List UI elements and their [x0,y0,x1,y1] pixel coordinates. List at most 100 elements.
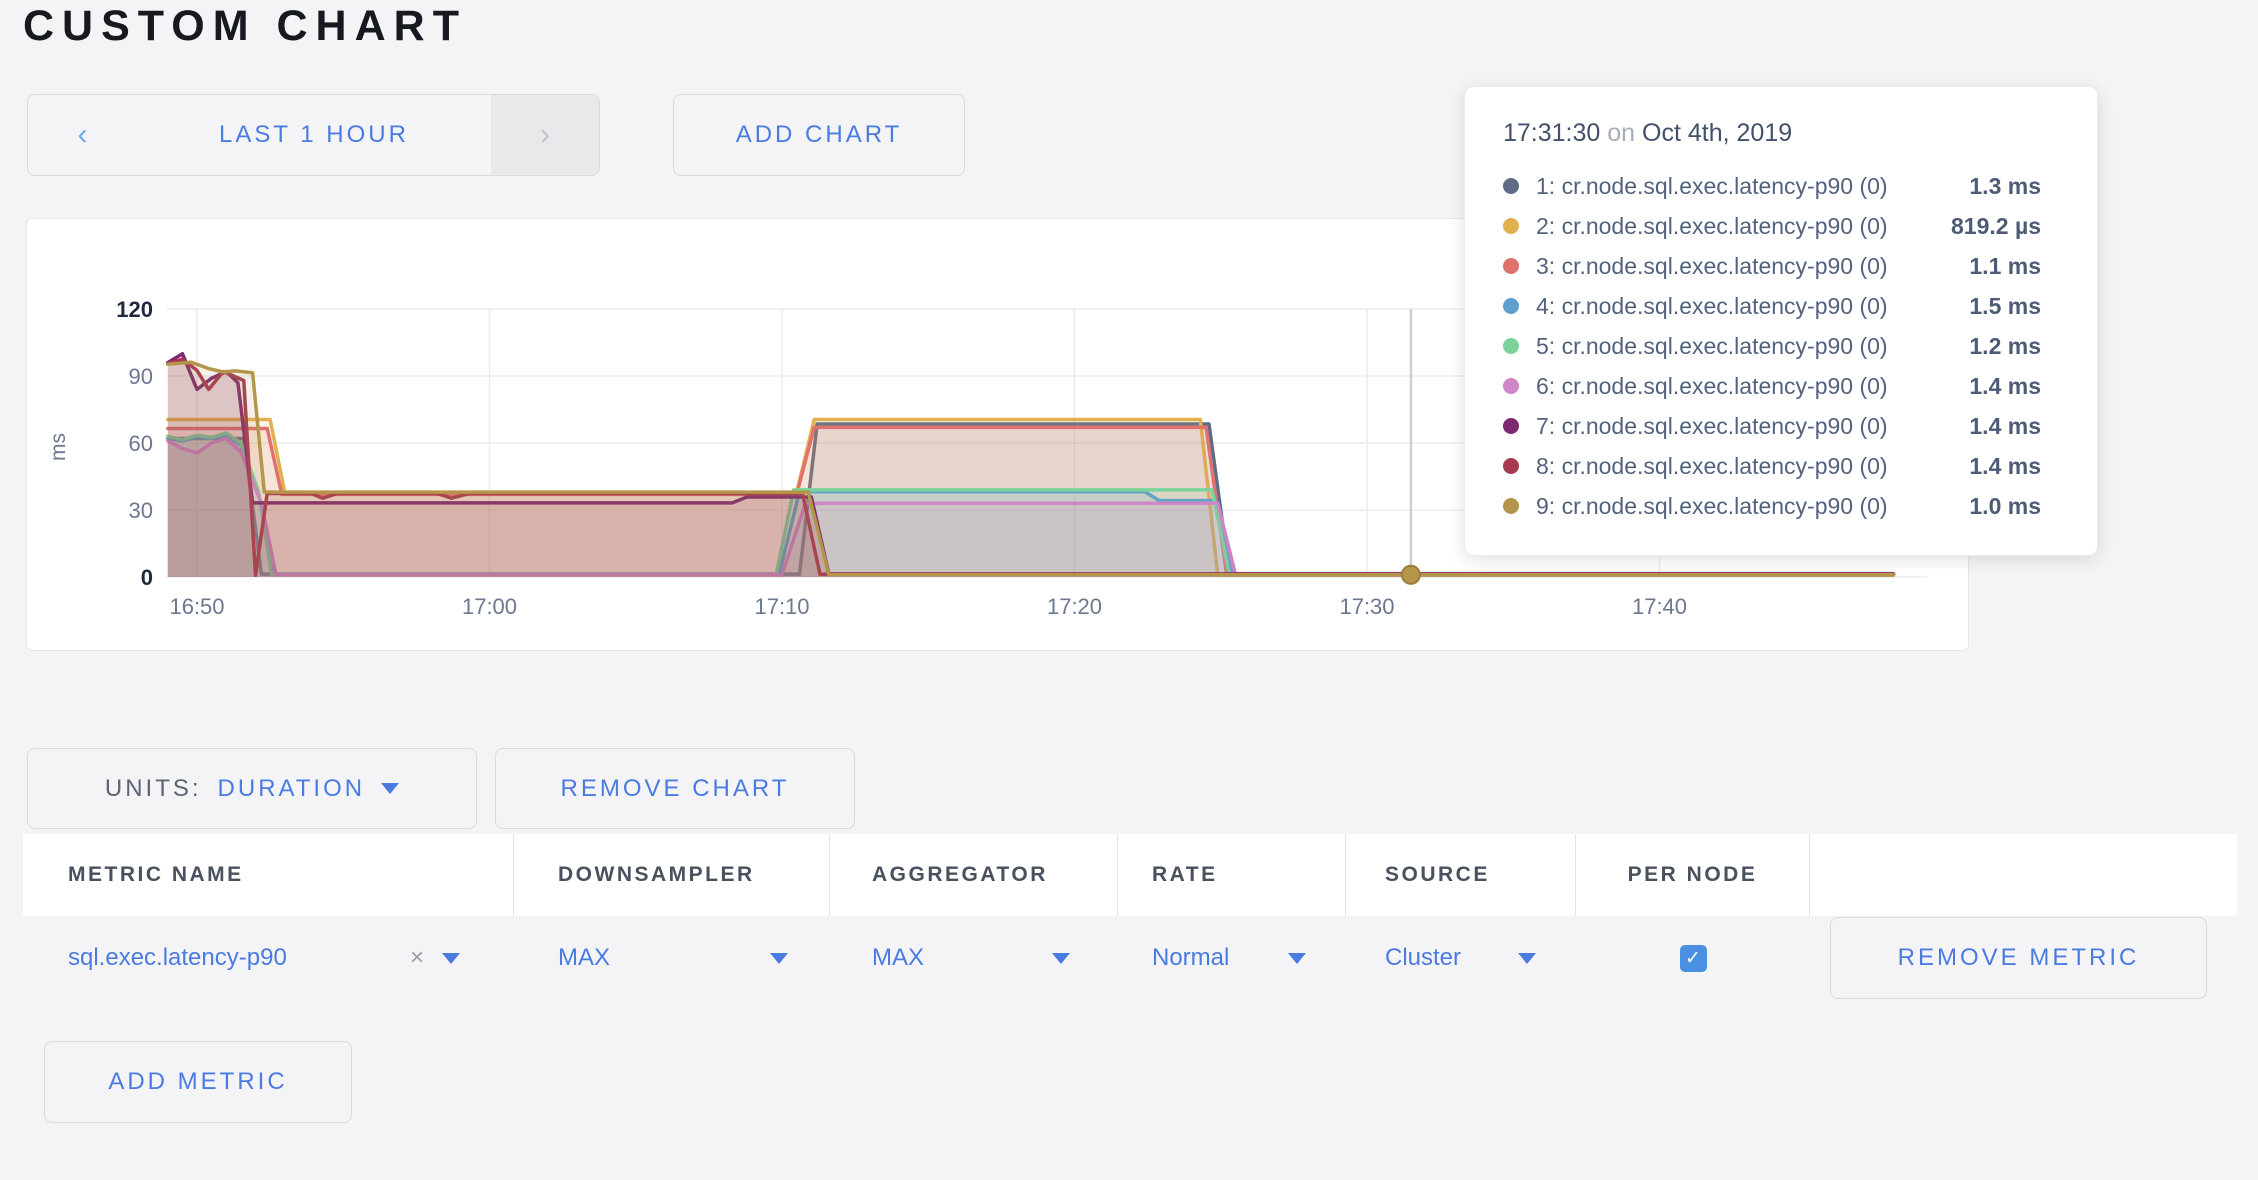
series-label: 6: cr.node.sql.exec.latency-p90 (0) [1536,373,1888,400]
series-color-dot [1503,378,1519,394]
metric-name-value[interactable]: sql.exec.latency-p90 [68,944,287,972]
custom-chart-page: CUSTOM CHART ‹ LAST 1 HOUR › ADD CHART 0… [0,0,2258,1180]
series-label: 1: cr.node.sql.exec.latency-p90 (0) [1536,173,1888,200]
series-label: 2: cr.node.sql.exec.latency-p90 (0) [1536,213,1888,240]
time-next-button[interactable]: › [491,95,599,175]
units-dropdown[interactable]: UNITS: DURATION [27,748,477,829]
actions-cell: REMOVE METRIC [1810,916,2237,1000]
per-node-cell: ✓ [1576,916,1810,1000]
tooltip-series-row: 8: cr.node.sql.exec.latency-p90 (0) 1.4 m… [1503,446,2041,486]
time-range-button[interactable]: LAST 1 HOUR [137,95,491,175]
downsampler-value[interactable]: MAX [558,944,610,972]
y-tick-label: 0 [141,565,153,590]
tooltip-series-row: 9: cr.node.sql.exec.latency-p90 (0) 1.0 m… [1503,486,2041,526]
series-value: 1.2 ms [1969,333,2041,360]
tooltip-series-row: 7: cr.node.sql.exec.latency-p90 (0) 1.4 m… [1503,406,2041,446]
x-tick-label: 16:50 [169,594,224,619]
page-title: CUSTOM CHART [23,2,467,51]
rate-value[interactable]: Normal [1152,944,1229,972]
clear-metric-icon[interactable]: × [410,944,424,972]
chevron-down-icon[interactable] [770,953,788,964]
chart-hover-tooltip: 17:31:30 on Oct 4th, 2019 1: cr.node.sql… [1464,86,2098,556]
tooltip-series-row: 6: cr.node.sql.exec.latency-p90 (0) 1.4 m… [1503,366,2041,406]
x-tick-label: 17:30 [1339,594,1394,619]
series-label: 8: cr.node.sql.exec.latency-p90 (0) [1536,453,1888,480]
series-color-dot [1503,418,1519,434]
chevron-down-icon[interactable] [1288,953,1306,964]
tooltip-header: 17:31:30 on Oct 4th, 2019 [1503,119,2041,148]
tooltip-series-list: 1: cr.node.sql.exec.latency-p90 (0) 1.3 m… [1503,166,2041,526]
units-value: DURATION [218,775,366,803]
x-tick-label: 17:20 [1047,594,1102,619]
tooltip-series-row: 1: cr.node.sql.exec.latency-p90 (0) 1.3 m… [1503,166,2041,206]
hover-point [1402,566,1420,584]
chevron-down-icon [381,783,399,794]
tooltip-series-row: 5: cr.node.sql.exec.latency-p90 (0) 1.2 m… [1503,326,2041,366]
add-chart-button[interactable]: ADD CHART [673,94,965,176]
series-color-dot [1503,258,1519,274]
series-color-dot [1503,178,1519,194]
series-value: 1.1 ms [1969,253,2041,280]
y-axis-label: ms [47,433,70,461]
metrics-table-header: METRIC NAMEDOWNSAMPLERAGGREGATORRATESOUR… [23,834,2237,916]
check-icon: ✓ [1685,947,1701,970]
series-color-dot [1503,498,1519,514]
series-label: 9: cr.node.sql.exec.latency-p90 (0) [1536,493,1888,520]
remove-metric-button[interactable]: REMOVE METRIC [1830,917,2207,999]
tooltip-series-row: 2: cr.node.sql.exec.latency-p90 (0) 819.2… [1503,206,2041,246]
series-color-dot [1503,458,1519,474]
series-value: 1.3 ms [1969,173,2041,200]
source-value[interactable]: Cluster [1385,944,1461,972]
series-value: 1.5 ms [1969,293,2041,320]
y-tick-label: 60 [129,431,153,456]
rate-cell: Normal [1118,916,1346,1000]
time-range-selector: ‹ LAST 1 HOUR › [27,94,600,176]
series-label: 7: cr.node.sql.exec.latency-p90 (0) [1536,413,1888,440]
series-value: 1.4 ms [1969,373,2041,400]
series-value: 1.4 ms [1969,453,2041,480]
column-header-per-node: PER NODE [1576,834,1810,916]
series-label: 3: cr.node.sql.exec.latency-p90 (0) [1536,253,1888,280]
metric-row: sql.exec.latency-p90 × MAX MAX Normal Cl… [23,916,2237,1000]
x-tick-label: 17:00 [462,594,517,619]
column-header-source: SOURCE [1346,834,1576,916]
series-label: 5: cr.node.sql.exec.latency-p90 (0) [1536,333,1888,360]
series-color-dot [1503,218,1519,234]
series-color-dot [1503,298,1519,314]
column-header-rate: RATE [1118,834,1346,916]
series-label: 4: cr.node.sql.exec.latency-p90 (0) [1536,293,1888,320]
metric-name-cell: sql.exec.latency-p90 × [23,916,514,1000]
y-tick-label: 120 [116,297,153,322]
time-prev-button[interactable]: ‹ [28,95,137,175]
x-tick-label: 17:10 [754,594,809,619]
chevron-down-icon[interactable] [1518,953,1536,964]
column-header-metric-name: METRIC NAME [23,834,514,916]
per-node-checkbox[interactable]: ✓ [1680,945,1707,972]
chevron-left-icon: ‹ [78,118,88,151]
chevron-down-icon[interactable] [1052,953,1070,964]
add-metric-button[interactable]: ADD METRIC [44,1041,352,1123]
series-value: 1.4 ms [1969,413,2041,440]
tooltip-date: Oct 4th, 2019 [1642,119,1792,147]
chevron-right-icon: › [540,118,550,151]
aggregator-cell: MAX [830,916,1118,1000]
y-tick-label: 30 [129,498,153,523]
series-value: 819.2 µs [1951,213,2041,240]
downsampler-cell: MAX [514,916,830,1000]
series-value: 1.0 ms [1969,493,2041,520]
source-cell: Cluster [1346,916,1576,1000]
tooltip-time: 17:31:30 [1503,119,1600,147]
column-header-actions [1810,834,2237,916]
chevron-down-icon[interactable] [442,953,460,964]
remove-chart-button[interactable]: REMOVE CHART [495,748,855,829]
column-header-aggregator: AGGREGATOR [830,834,1118,916]
x-tick-label: 17:40 [1632,594,1687,619]
units-label: UNITS: [105,775,202,803]
tooltip-series-row: 3: cr.node.sql.exec.latency-p90 (0) 1.1 m… [1503,246,2041,286]
column-header-downsampler: DOWNSAMPLER [514,834,830,916]
aggregator-value[interactable]: MAX [872,944,924,972]
series-color-dot [1503,338,1519,354]
y-tick-label: 90 [129,364,153,389]
tooltip-on-word: on [1607,119,1635,147]
tooltip-series-row: 4: cr.node.sql.exec.latency-p90 (0) 1.5 m… [1503,286,2041,326]
